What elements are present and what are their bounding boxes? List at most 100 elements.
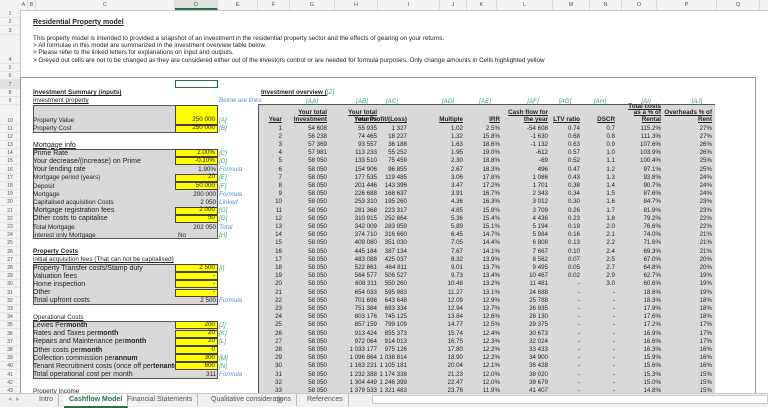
input-note[interactable]: [C]: [219, 149, 259, 157]
row-header[interactable]: 38: [0, 346, 20, 355]
input-note[interactable]: [F]: [219, 182, 259, 190]
input-value[interactable]: -: [175, 272, 218, 281]
column-header-i[interactable]: I: [378, 0, 440, 10]
row-header[interactable]: 7: [0, 80, 20, 89]
input-value[interactable]: -: [175, 280, 218, 289]
column-header-m[interactable]: M: [553, 0, 590, 10]
row-header[interactable]: 26: [0, 248, 20, 256]
row-header[interactable]: 18: [0, 182, 20, 191]
input-value[interactable]: -0.10%: [175, 157, 218, 166]
row-header[interactable]: 19: [0, 190, 20, 199]
column-header-h[interactable]: H: [335, 0, 378, 10]
row-header[interactable]: 25: [0, 239, 20, 248]
overview-ref-link[interactable]: [AC]: [377, 98, 407, 105]
column-header-l[interactable]: L: [497, 0, 553, 10]
column-header-d[interactable]: D: [175, 0, 218, 10]
property-value-note[interactable]: [A]: [219, 105, 259, 125]
input-note[interactable]: [N]: [219, 362, 259, 370]
column-header-g[interactable]: G: [290, 0, 335, 10]
row-header[interactable]: 13: [0, 141, 20, 150]
row-header[interactable]: 42: [0, 379, 20, 387]
input-note[interactable]: [K]: [219, 330, 259, 338]
input-note[interactable]: [L]: [219, 338, 259, 346]
row-header[interactable]: 37: [0, 338, 20, 346]
row-header[interactable]: 23: [0, 223, 20, 232]
column-header-o[interactable]: O: [622, 0, 657, 10]
property-value-input[interactable]: 250 000: [175, 105, 218, 125]
row-header[interactable]: 33: [0, 305, 20, 314]
plus-circle-icon[interactable]: ⊕: [276, 394, 284, 406]
row-header[interactable]: 36: [0, 330, 20, 338]
row-header[interactable]: 8: [0, 89, 20, 97]
input-note[interactable]: [H]: [219, 231, 259, 239]
input-value[interactable]: 50 000: [175, 182, 218, 191]
row-header[interactable]: 35: [0, 321, 20, 330]
row-header[interactable]: 27: [0, 256, 20, 264]
input-note[interactable]: [E]: [219, 174, 259, 182]
overview-ref-link[interactable]: [AF]: [518, 98, 548, 105]
column-header-c[interactable]: C: [36, 0, 175, 10]
overview-ref-link[interactable]: [AH]: [585, 98, 615, 105]
row-header[interactable]: 1: [0, 10, 20, 19]
input-note[interactable]: [D]: [219, 157, 259, 165]
row-header[interactable]: 28: [0, 264, 20, 273]
row-header[interactable]: 32: [0, 297, 20, 305]
sheet-tab-references[interactable]: References: [302, 394, 349, 406]
input-value[interactable]: 2 500: [175, 264, 218, 273]
input-value[interactable]: 600: [175, 362, 218, 371]
scroll-tabs-left-icon[interactable]: ◂: [8, 395, 12, 403]
input-note[interactable]: [J]: [219, 321, 259, 329]
row-header[interactable]: 30: [0, 280, 20, 289]
row-header[interactable]: 21: [0, 207, 20, 215]
sheet-tab-financial-statements[interactable]: Financial Statements: [122, 394, 199, 406]
horizontal-scrollbar[interactable]: [372, 395, 768, 404]
column-header-k[interactable]: K: [467, 0, 497, 10]
row-header[interactable]: 41: [0, 371, 20, 379]
row-header[interactable]: 16: [0, 166, 20, 174]
row-header[interactable]: 22: [0, 215, 20, 223]
row-header[interactable]: 17: [0, 174, 20, 182]
column-header-p[interactable]: P: [657, 0, 717, 10]
input-note[interactable]: [M]: [219, 354, 259, 362]
row-header[interactable]: 31: [0, 289, 20, 297]
input-note[interactable]: [I]: [219, 264, 259, 272]
property-cost-input[interactable]: 250 000: [175, 124, 218, 133]
overview-ref-link[interactable]: [AB]: [347, 98, 377, 105]
row-header[interactable]: 15: [0, 157, 20, 166]
row-header[interactable]: 10: [0, 105, 20, 125]
column-header-b[interactable]: B: [28, 0, 36, 10]
selected-cell-d7[interactable]: [175, 80, 218, 88]
row-header[interactable]: 9: [0, 97, 20, 105]
row-header[interactable]: 34: [0, 313, 20, 322]
row-header[interactable]: 24: [0, 231, 20, 240]
overview-ref-link[interactable]: [AE]: [470, 98, 500, 105]
row-header[interactable]: 11: [0, 125, 20, 133]
row-header[interactable]: 14: [0, 149, 20, 158]
column-header-q[interactable]: Q: [717, 0, 760, 10]
column-header-j[interactable]: J: [440, 0, 467, 10]
row-header[interactable]: 20: [0, 198, 20, 207]
input-note[interactable]: [G]: [219, 215, 259, 223]
overview-title-ref[interactable]: [Z]: [327, 89, 334, 96]
overview-ref-link[interactable]: [AG]: [550, 98, 580, 105]
row-header[interactable]: 5: [0, 64, 20, 73]
column-header-e[interactable]: E: [218, 0, 258, 10]
input-value[interactable]: -: [175, 288, 218, 297]
input-note[interactable]: [G]: [219, 207, 259, 215]
scroll-tabs-right-icon[interactable]: ▸: [16, 395, 20, 403]
overview-ref-link[interactable]: [AD]: [433, 98, 463, 105]
row-header[interactable]: 6: [0, 72, 20, 81]
column-header-n[interactable]: N: [590, 0, 622, 10]
input-value[interactable]: 50: [175, 214, 218, 223]
row-header[interactable]: 40: [0, 362, 20, 371]
row-header[interactable]: 12: [0, 133, 20, 141]
row-header[interactable]: 29: [0, 272, 20, 281]
overview-ref-link[interactable]: [AJ]: [682, 98, 712, 105]
column-header-f[interactable]: F: [258, 0, 290, 10]
column-header-a[interactable]: A: [20, 0, 28, 10]
row-header[interactable]: 3: [0, 26, 20, 35]
sheet-tab-intro[interactable]: Intro: [34, 394, 60, 406]
row-header[interactable]: 4: [0, 35, 20, 64]
property-cost-note[interactable]: [B]: [219, 125, 259, 133]
row-header[interactable]: 2: [0, 18, 20, 27]
